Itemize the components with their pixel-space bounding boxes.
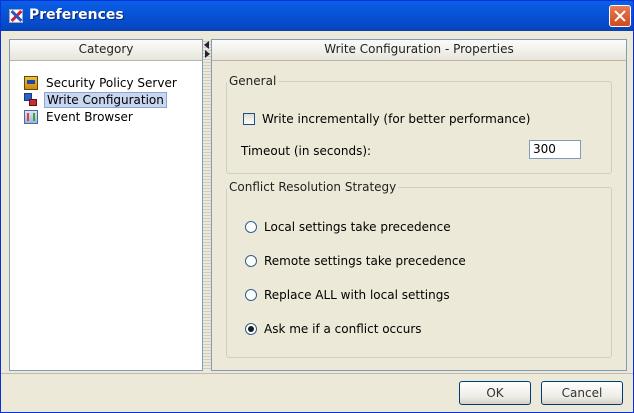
general-legend: General [229, 74, 277, 88]
ok-button[interactable]: OK [459, 381, 531, 405]
radio-local-precedence[interactable]: Local settings take precedence [245, 218, 451, 236]
general-group: General Write incrementally (for better … [226, 74, 612, 174]
conflict-resolution-group: Conflict Resolution Strategy Local setti… [226, 180, 612, 358]
tree-item-label: Write Configuration [44, 92, 167, 108]
radio-label: Ask me if a conflict occurs [264, 322, 422, 336]
radio-label: Remote settings take precedence [264, 254, 466, 268]
title-bar[interactable]: Preferences [1, 1, 633, 31]
radio-remote-precedence[interactable]: Remote settings take precedence [245, 252, 466, 270]
preferences-dialog: Preferences Category Security Policy Ser… [0, 0, 634, 413]
cancel-button[interactable]: Cancel [541, 381, 623, 405]
conflict-legend: Conflict Resolution Strategy [229, 180, 397, 194]
properties-header: Write Configuration - Properties [212, 40, 626, 61]
radio-button[interactable] [245, 289, 257, 301]
radio-button-selected[interactable] [245, 323, 257, 335]
tree-item-label: Security Policy Server [46, 76, 177, 90]
radio-ask-on-conflict[interactable]: Ask me if a conflict occurs [245, 320, 422, 338]
write-incrementally-label: Write incrementally (for better performa… [262, 112, 531, 126]
write-incrementally-checkbox[interactable] [243, 113, 255, 125]
write-incrementally-row[interactable]: Write incrementally (for better performa… [243, 110, 530, 128]
panel-splitter[interactable] [203, 39, 211, 371]
radio-label: Local settings take precedence [264, 220, 451, 234]
tree-item-security-policy-server[interactable]: Security Policy Server [24, 75, 202, 92]
timeout-input[interactable]: 300 [529, 140, 581, 159]
write-config-icon [24, 93, 38, 107]
radio-label: Replace ALL with local settings [264, 288, 450, 302]
properties-panel: Write Configuration - Properties General… [211, 39, 627, 371]
category-header: Category [10, 40, 202, 61]
tree-item-write-configuration[interactable]: Write Configuration [24, 92, 202, 109]
expand-right-icon[interactable] [205, 50, 210, 58]
tree-item-label: Event Browser [46, 110, 133, 124]
server-icon [24, 76, 38, 90]
footer-divider [1, 373, 633, 374]
radio-button[interactable] [245, 255, 257, 267]
timeout-label: Timeout (in seconds): [241, 144, 372, 158]
close-button[interactable] [609, 5, 631, 27]
window-title: Preferences [29, 7, 124, 23]
radio-replace-all-local[interactable]: Replace ALL with local settings [245, 286, 450, 304]
event-browser-icon [24, 110, 38, 124]
app-icon [9, 9, 23, 23]
collapse-left-icon[interactable] [204, 41, 209, 49]
category-tree: Security Policy Server Write Configurati… [10, 61, 202, 126]
radio-button[interactable] [245, 221, 257, 233]
category-panel: Category Security Policy Server Write Co… [9, 39, 203, 371]
tree-item-event-browser[interactable]: Event Browser [24, 109, 202, 126]
